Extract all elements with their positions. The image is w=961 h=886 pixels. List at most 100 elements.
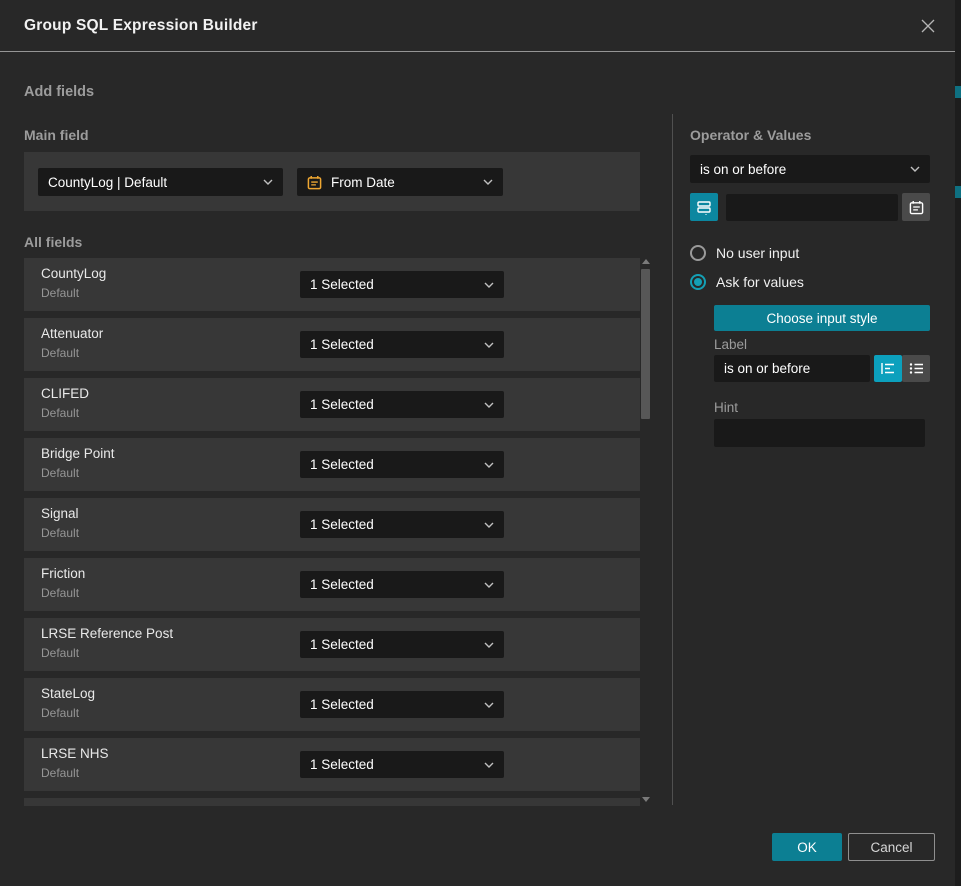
main-field-label: Main field [24,127,89,143]
chevron-down-icon [484,522,494,528]
field-selection-value: 1 Selected [310,277,374,292]
radio-ask-for-values-label: Ask for values [716,274,804,290]
scroll-up-arrow-icon[interactable] [642,259,650,264]
field-selection-select[interactable]: 1 Selected [300,391,504,418]
scroll-down-arrow-icon[interactable] [642,797,650,802]
hint-field-label: Hint [714,400,738,415]
single-line-style-button[interactable] [874,355,902,382]
chevron-down-icon [484,342,494,348]
field-selection-select[interactable]: 1 Selected [300,691,504,718]
single-line-style-icon [881,362,896,375]
field-sublabel: Default [41,346,79,360]
field-row: LRSE Reference Post Default 1 Selected [24,618,640,671]
field-sublabel: Default [41,286,79,300]
calendar-icon [909,200,924,215]
operator-select-value: is on or before [700,162,786,177]
field-name: Attenuator [41,326,103,341]
field-selection-select[interactable]: 1 Selected [300,751,504,778]
group-sql-expression-builder-dialog: Group SQL Expression Builder Add fields … [0,0,955,886]
scrollbar-thumb[interactable] [641,269,650,419]
field-row: Friction Default 1 Selected [24,558,640,611]
background-app-strip [955,0,961,886]
field-name: Friction [41,566,85,581]
field-sublabel: Default [41,766,79,780]
field-selection-select[interactable]: 1 Selected [300,631,504,658]
field-row: Bridge Point Default 1 Selected [24,438,640,491]
panel-divider [672,114,673,805]
field-row: StateLog Default 1 Selected [24,678,640,731]
field-selection-value: 1 Selected [310,397,374,412]
field-selection-select[interactable]: 1 Selected [300,451,504,478]
radio-no-user-input[interactable]: No user input [690,245,799,261]
chevron-down-icon [484,642,494,648]
field-name: Signal [41,506,79,521]
field-name: LRSE NHS [41,746,109,761]
field-name: CountyLog [41,266,106,281]
all-fields-list: CountyLog Default 1 Selected Attenuator … [24,258,640,806]
operator-select[interactable]: is on or before [690,155,930,183]
cancel-button[interactable]: Cancel [848,833,935,861]
all-fields-label: All fields [24,234,82,250]
main-field-panel: CountyLog | Default From Date [24,152,640,211]
field-row: CLIFED Default 1 Selected [24,378,640,431]
field-row: Signal Default 1 Selected [24,498,640,551]
field-name: Bridge Point [41,446,115,461]
choose-input-style-button[interactable]: Choose input style [714,305,930,331]
field-sublabel: Default [41,526,79,540]
label-input[interactable] [714,355,870,382]
dialog-header: Group SQL Expression Builder [0,0,955,52]
field-selection-select[interactable]: 1 Selected [300,271,504,298]
field-name: CLIFED [41,386,89,401]
background-accent-mark [955,86,961,98]
field-selection-value: 1 Selected [310,697,374,712]
field-selection-select[interactable]: 1 Selected [300,511,504,538]
date-picker-button[interactable] [902,193,930,221]
field-selection-value: 1 Selected [310,577,374,592]
chevron-down-icon [484,762,494,768]
list-style-button[interactable] [902,355,930,382]
field-selection-value: 1 Selected [310,637,374,652]
list-style-icon [909,362,924,375]
list-scrollbar[interactable] [641,257,651,804]
field-name: StateLog [41,686,95,701]
radio-no-user-input-label: No user input [716,245,799,261]
set-values-button[interactable] [690,193,718,221]
ok-button[interactable]: OK [772,833,842,861]
field-selection-select[interactable]: 1 Selected [300,331,504,358]
field-row: LRSE NHS Default 1 Selected [24,738,640,791]
background-accent-mark [955,186,961,198]
close-icon [920,18,936,34]
chevron-down-icon [484,702,494,708]
date-value-input[interactable] [726,194,898,221]
field-name: LRSE Reference Post [41,626,173,641]
radio-unchecked-icon [690,245,706,261]
close-button[interactable] [917,15,939,37]
chevron-down-icon [484,582,494,588]
hint-input[interactable] [714,419,925,447]
field-selection-value: 1 Selected [310,457,374,472]
field-selection-select[interactable]: 1 Selected [300,571,504,598]
operator-values-heading: Operator & Values [690,127,811,143]
dialog-title: Group SQL Expression Builder [24,17,258,35]
chevron-down-icon [483,179,493,185]
radio-ask-for-values[interactable]: Ask for values [690,274,804,290]
chevron-down-icon [484,402,494,408]
field-sublabel: Default [41,466,79,480]
field-selection-value: 1 Selected [310,517,374,532]
field-sublabel: Default [41,706,79,720]
chevron-down-icon [263,179,273,185]
field-row: Attenuator Default 1 Selected [24,318,640,371]
set-values-icon [696,199,712,215]
calendar-icon [307,175,322,190]
field-sublabel: Default [41,646,79,660]
field-selection-value: 1 Selected [310,337,374,352]
chevron-down-icon [910,166,920,172]
chevron-down-icon [484,462,494,468]
field-row: CountyLog Default 1 Selected [24,258,640,311]
main-field-select-value: From Date [331,175,395,190]
label-field-label: Label [714,337,747,352]
main-layer-select[interactable]: CountyLog | Default [38,168,283,196]
field-sublabel: Default [41,406,79,420]
add-fields-heading: Add fields [24,84,94,100]
main-field-select[interactable]: From Date [297,168,503,196]
